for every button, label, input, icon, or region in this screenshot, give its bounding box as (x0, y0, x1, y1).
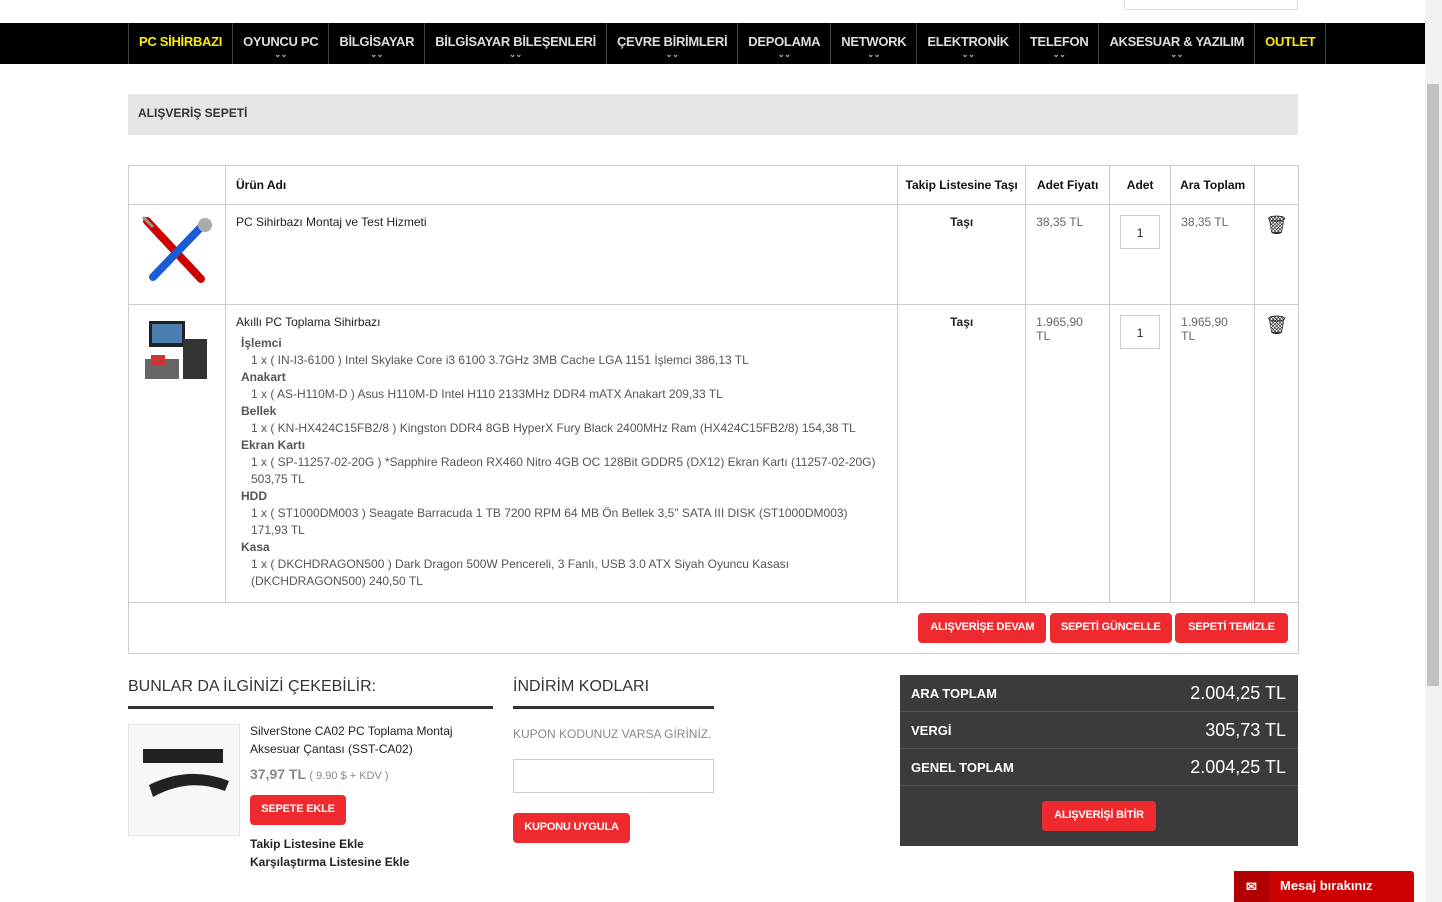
nav-item[interactable]: TELEFON ⌄⌄ (1020, 23, 1100, 64)
chevron-down-icon: ⌄⌄ (867, 50, 881, 59)
component-list: İşlemci 1 x ( IN-I3-6100 ) Intel Skylake … (236, 335, 887, 590)
nav-label: BİLGİSAYAR BİLEŞENLERİ (435, 34, 596, 49)
nav-label: PC SİHİRBAZI (139, 34, 223, 49)
chevron-down-icon: ⌄⌄ (509, 50, 522, 59)
add-to-compare-link[interactable]: Karşılaştırma Listesine Ekle (250, 855, 409, 869)
component-category: Bellek (241, 404, 277, 418)
cart-row: Akıllı PC Toplama Sihirbazı İşlemci 1 x (… (128, 304, 1299, 603)
cart-table: Ürün Adı Takip Listesine Taşı Adet Fiyat… (128, 165, 1299, 654)
page-title: ALIŞVERİŞ SEPETİ (128, 94, 1298, 135)
tax-label: VERGİ (911, 722, 952, 738)
envelope-icon: ✉ (1234, 871, 1269, 902)
product-image[interactable] (128, 304, 226, 603)
chevron-down-icon: ⌄⌄ (665, 50, 679, 59)
scrollbar-thumb[interactable] (1427, 84, 1439, 686)
chevron-down-icon: ⌄⌄ (961, 50, 975, 59)
suggested-product-name[interactable]: SilverStone CA02 PC Toplama Montaj Akses… (250, 722, 470, 758)
nav-label: OYUNCU PC (243, 34, 319, 49)
header-unit-price: Adet Fiyatı (1025, 165, 1111, 205)
nav-item[interactable]: OYUNCU PC ⌄⌄ (233, 23, 330, 64)
header-qty: Adet (1109, 165, 1172, 205)
header-subtotal: Ara Toplam (1170, 165, 1256, 205)
row-subtotal: 1.965,90 TL (1170, 304, 1256, 603)
total-label: GENEL TOPLAM (911, 759, 1014, 775)
continue-shopping-button[interactable]: ALIŞVERİŞE DEVAM (918, 613, 1047, 643)
header-name: Ürün Adı (224, 165, 899, 205)
unit-price: 1.965,90 TL (1025, 304, 1111, 603)
subtotal-value: 2.004,25 TL (1190, 682, 1286, 703)
tax-value: 305,73 TL (1205, 719, 1286, 740)
add-to-watchlist-link[interactable]: Takip Listesine Ekle (250, 837, 364, 851)
cart-row: PC Sihirbazı Montaj ve Test Hizmeti Taşı… (128, 204, 1299, 305)
product-image[interactable] (128, 204, 226, 305)
quantity-input[interactable]: 1 (1120, 315, 1161, 349)
total-value: 2.004,25 TL (1190, 756, 1286, 777)
chat-label: Mesaj bırakınız (1280, 878, 1373, 893)
trash-icon[interactable]: 🗑 (1254, 204, 1299, 305)
component-category: Ekran Kartı (241, 438, 306, 452)
component-category: İşlemci (241, 336, 282, 350)
nav-label: DEPOLAMA (748, 34, 821, 49)
nav-item[interactable]: BİLGİSAYAR BİLEŞENLERİ ⌄⌄ (425, 23, 607, 64)
chevron-down-icon: ⌄⌄ (274, 50, 288, 59)
component-category: Anakart (241, 370, 286, 384)
nav-item[interactable]: NETWORK ⌄⌄ (831, 23, 918, 64)
nav-item[interactable]: ELEKTRONİK ⌄⌄ (917, 23, 1020, 64)
nav-item[interactable]: BİLGİSAYAR ⌄⌄ (329, 23, 426, 64)
move-to-watchlist-link[interactable]: Taşı (897, 204, 1027, 305)
component-category: HDD (241, 489, 267, 503)
clear-cart-button[interactable]: SEPETİ TEMİZLE (1175, 613, 1288, 643)
chevron-down-icon: ⌄⌄ (777, 50, 791, 59)
nav-item[interactable]: DEPOLAMA ⌄⌄ (738, 23, 832, 64)
order-totals: ARA TOPLAM 2.004,25 TL VERGİ 305,73 TL GEN… (900, 675, 1298, 846)
nav-label: NETWORK (841, 34, 907, 49)
chevron-down-icon: ⌄⌄ (370, 50, 384, 59)
quantity-input[interactable]: 1 (1120, 215, 1161, 249)
header-watch: Takip Listesine Taşı (897, 165, 1027, 205)
nav-label: AKSESUAR & YAZILIM (1109, 34, 1245, 49)
coupon-label: KUPON KODUNUZ VARSA GİRİNİZ. (513, 727, 712, 741)
nav-label: TELEFON (1029, 34, 1089, 49)
chevron-down-icon: ⌄⌄ (1170, 50, 1184, 59)
main-nav: PC SİHİRBAZI OYUNCU PC ⌄⌄ BİLGİSAYAR ⌄⌄ BİLGİ… (0, 23, 1425, 64)
nav-label: ELEKTRONİK (927, 34, 1009, 49)
nav-label: OUTLET (1265, 34, 1316, 49)
row-subtotal: 38,35 TL (1170, 204, 1256, 305)
checkout-button[interactable]: ALIŞVERİŞİ BİTİR (1042, 801, 1156, 831)
move-to-watchlist-link[interactable]: Taşı (897, 304, 1027, 603)
suggested-price-note: ( 9.90 $ + KDV ) (309, 770, 389, 782)
nav-item[interactable]: AKSESUAR & YAZILIM ⌄⌄ (1099, 23, 1256, 64)
chevron-down-icon: ⌄⌄ (1052, 50, 1066, 59)
nav-item[interactable]: ÇEVRE BİRİMLERİ ⌄⌄ (607, 23, 739, 64)
chat-widget[interactable]: ✉ Mesaj bırakınız (1234, 871, 1414, 902)
trash-icon[interactable]: 🗑 (1254, 304, 1299, 603)
suggest-title: BUNLAR DA İLGİNİZİ ÇEKEBİLİR: (128, 678, 377, 695)
component-item: 1 x ( IN-I3-6100 ) Intel Skylake Core i3… (251, 353, 749, 367)
component-category: Kasa (241, 540, 270, 554)
component-item: 1 x ( KN-HX424C15FB2/8 ) Kingston DDR4 8… (251, 421, 856, 435)
component-item: 1 x ( AS-H110M-D ) Asus H110M-D Intel H1… (251, 387, 723, 401)
coupon-input[interactable] (513, 759, 714, 793)
apply-coupon-button[interactable]: KUPONU UYGULA (513, 813, 630, 843)
subtotal-label: ARA TOPLAM (911, 685, 997, 701)
top-search-box[interactable] (1124, 0, 1298, 10)
product-name[interactable]: Akıllı PC Toplama Sihirbazı (236, 315, 887, 329)
coupon-title: İNDİRİM KODLARI (513, 678, 650, 695)
component-item: 1 x ( DKCHDRAGON500 ) Dark Dragon 500W P… (251, 557, 789, 588)
nav-label: ÇEVRE BİRİMLERİ (616, 34, 728, 49)
component-item: 1 x ( ST1000DM003 ) Seagate Barracuda 1 … (251, 506, 848, 537)
suggested-product-image[interactable] (128, 724, 240, 836)
update-cart-button[interactable]: SEPETİ GÜNCELLE (1049, 613, 1172, 643)
nav-item[interactable]: PC SİHİRBAZI (129, 23, 234, 64)
suggested-price: 37,97 TL (250, 766, 307, 782)
component-item: 1 x ( SP-11257-02-20G ) *Sapphire Radeon… (251, 455, 876, 486)
nav-label: BİLGİSAYAR (339, 34, 415, 49)
unit-price: 38,35 TL (1025, 204, 1111, 305)
nav-item[interactable]: OUTLET (1255, 23, 1327, 64)
product-name[interactable]: PC Sihirbazı Montaj ve Test Hizmeti (224, 204, 899, 305)
add-to-cart-button[interactable]: SEPETE EKLE (250, 795, 346, 825)
